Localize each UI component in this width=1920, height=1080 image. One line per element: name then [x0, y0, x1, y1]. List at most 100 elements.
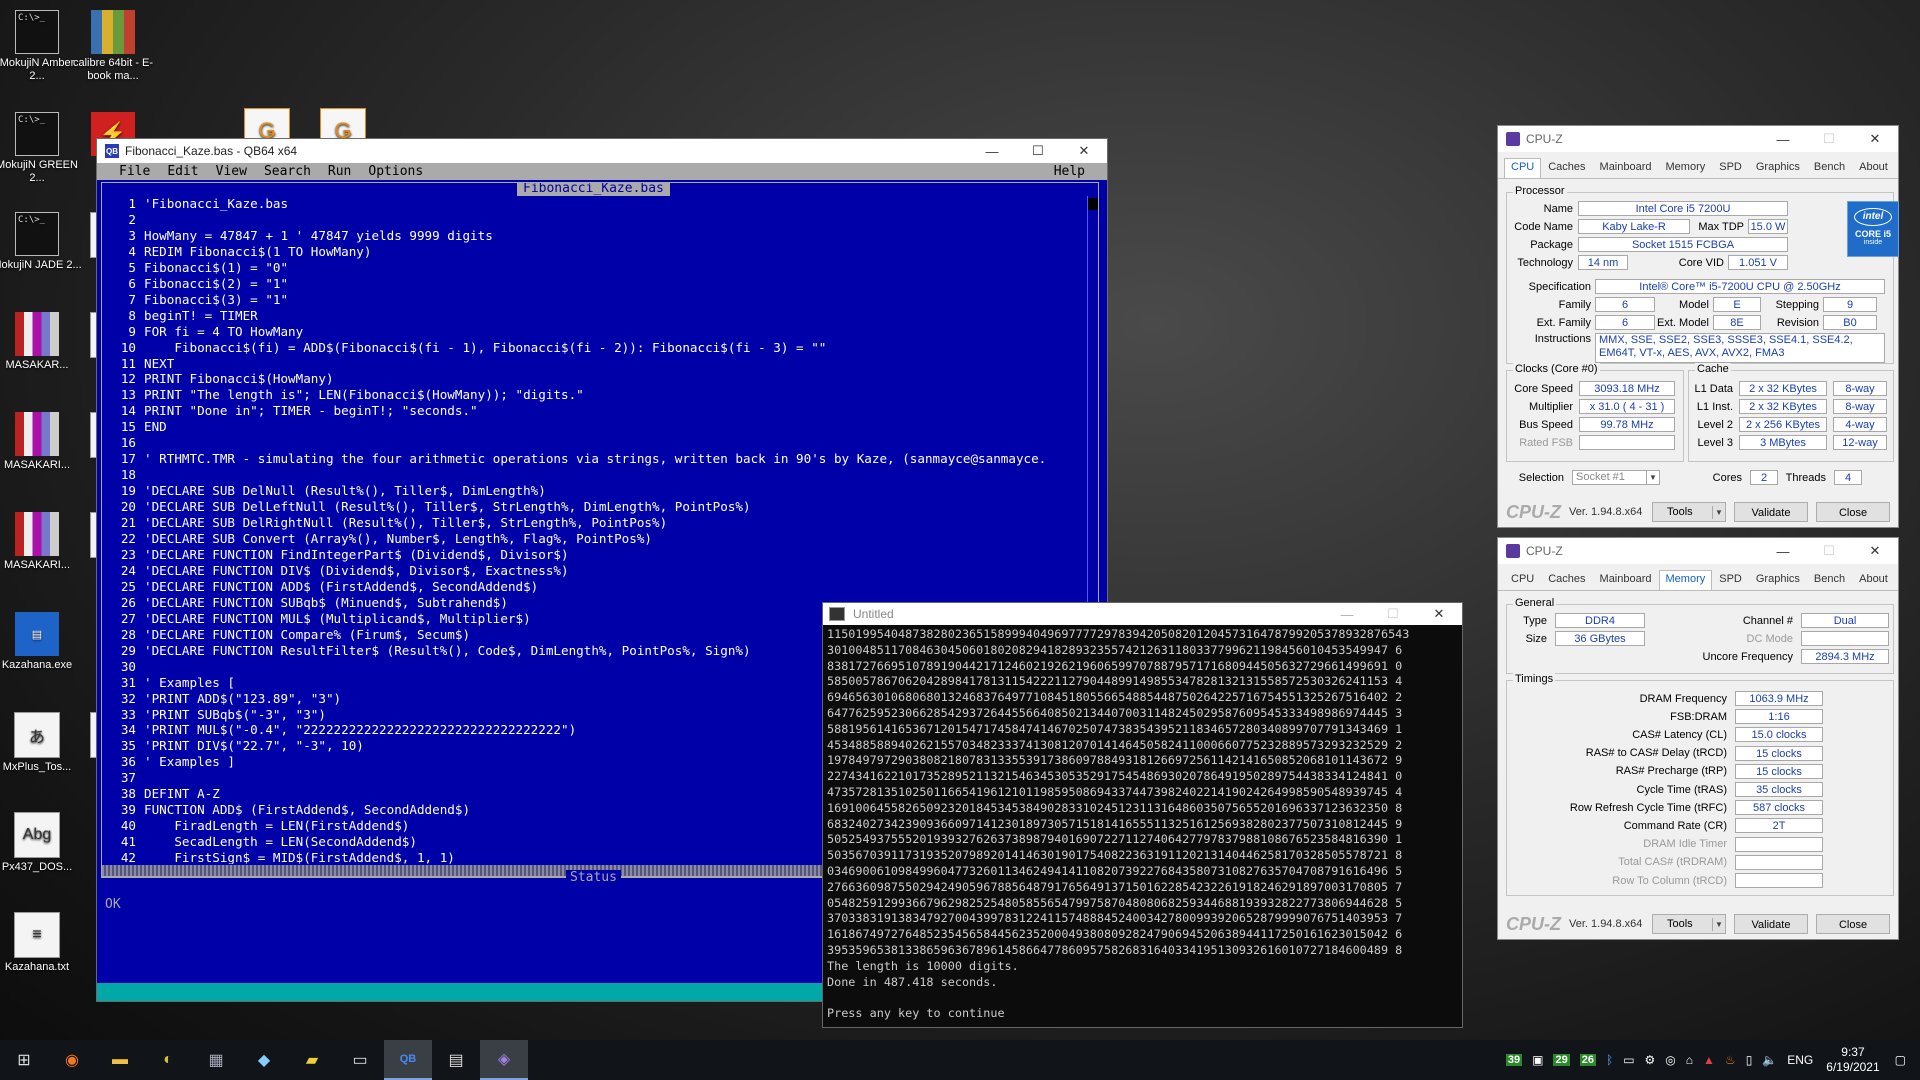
tab-memory[interactable]: Memory [1659, 158, 1713, 178]
code-line: 6 Fibonacci$(2) = "1" [102, 276, 1086, 292]
windows-start-icon[interactable]: ⊞ [0, 1040, 48, 1080]
console-line: 0548259129936679629825254805855654799758… [827, 895, 1403, 910]
line-number: 37 [120, 770, 136, 786]
tab-about[interactable]: About [1852, 158, 1895, 178]
system-tray: 39 ▣ 29 26 ᛒ ▭ ⚙ ◎ ⌂ ▲ ♨ ▯ 🔈 ENG 9:37 6/… [1501, 1040, 1920, 1080]
validate-button[interactable]: Validate [1734, 502, 1808, 522]
minimize-icon[interactable]: — [1760, 126, 1806, 152]
tray-badge-3[interactable]: 26 [1579, 1054, 1596, 1066]
code-line: 9 FOR fi = 4 TO HowMany [102, 324, 1086, 340]
terminal-icon[interactable]: ▭ [336, 1040, 384, 1080]
notifications-icon[interactable]: ▢ [1895, 1053, 1906, 1067]
memtype-value: DDR4 [1555, 613, 1645, 628]
scroll-thumb[interactable] [1088, 198, 1098, 210]
line-number: 40 [120, 818, 136, 834]
tab-mainboard[interactable]: Mainboard [1593, 570, 1659, 590]
maximize-icon[interactable]: ☐ [1370, 603, 1416, 625]
tools-button[interactable]: Tools ▼ [1652, 502, 1726, 522]
tray-window-icon[interactable]: ▣ [1532, 1053, 1543, 1067]
desktop-icon[interactable]: calibre 64bit - E-book ma... [68, 10, 158, 83]
cpuz-cpu-window[interactable]: CPU-Z — ☐ ✕ CPU Caches Mainboard Memory SPD G… [1497, 125, 1899, 528]
maximize-icon[interactable]: ☐ [1015, 139, 1061, 163]
flame-icon[interactable]: ♨ [1725, 1053, 1736, 1067]
close-button[interactable]: Close [1816, 914, 1890, 934]
close-icon[interactable]: ✕ [1852, 538, 1898, 564]
display-icon[interactable]: ▭ [1623, 1053, 1634, 1067]
cpuz-titlebar[interactable]: CPU-Z — ☐ ✕ [1498, 126, 1898, 152]
maximize-icon[interactable]: ☐ [1806, 126, 1852, 152]
chevron-down-icon[interactable]: ▼ [1712, 917, 1725, 931]
volume-icon[interactable]: 🔈 [1762, 1053, 1777, 1067]
cpuz-taskbar-icon[interactable]: ◈ [480, 1040, 528, 1080]
tab-graphics[interactable]: Graphics [1749, 158, 1807, 178]
menu-search[interactable]: Search [264, 164, 311, 179]
selection-dropdown[interactable]: Socket #1 ▼ [1572, 470, 1660, 485]
code-line: 7 Fibonacci$(3) = "1" [102, 292, 1086, 308]
code-text: END [144, 419, 167, 435]
minimize-icon[interactable]: — [1760, 538, 1806, 564]
menu-options[interactable]: Options [368, 164, 423, 179]
console-titlebar[interactable]: Untitled — ☐ ✕ [823, 603, 1462, 625]
desktop-icon[interactable]: ▤ Kazahana.exe [0, 612, 82, 672]
chevron-down-icon[interactable]: ▼ [1646, 471, 1659, 484]
menu-run[interactable]: Run [328, 164, 351, 179]
code-line: 25 'DECLARE FUNCTION ADD$ (FirstAddend$, … [102, 579, 1086, 595]
cpuz-memory-window[interactable]: CPU-Z — ☐ ✕ CPU Caches Mainboard Memory SPD G… [1497, 537, 1899, 940]
close-icon[interactable]: ✕ [1061, 139, 1107, 163]
calculator-icon[interactable]: ▦ [192, 1040, 240, 1080]
pen-icon[interactable]: ◆ [240, 1040, 288, 1080]
qb64-titlebar[interactable]: QB Fibonacci_Kaze.bas - QB64 x64 — ☐ ✕ [97, 139, 1107, 163]
tab-memory[interactable]: Memory [1658, 570, 1713, 590]
maximize-icon[interactable]: ☐ [1806, 538, 1852, 564]
tools-button[interactable]: Tools ▼ [1652, 914, 1726, 934]
warning-icon[interactable]: ▲ [1703, 1053, 1715, 1067]
validate-button[interactable]: Validate [1734, 914, 1808, 934]
tab-graphics[interactable]: Graphics [1749, 570, 1807, 590]
file-explorer-icon[interactable]: ▬ [96, 1040, 144, 1080]
bluetooth-icon[interactable]: ᛒ [1606, 1053, 1613, 1067]
menu-view[interactable]: View [216, 164, 247, 179]
qb64-taskbar-icon[interactable]: QB [384, 1040, 432, 1080]
firefox-icon[interactable]: ◉ [48, 1040, 96, 1080]
tab-cpu[interactable]: CPU [1504, 570, 1541, 590]
menu-help[interactable]: Help [1054, 164, 1085, 179]
editor-file-title: Fibonacci_Kaze.bas [517, 183, 670, 196]
gear-icon[interactable]: ⚙ [1645, 1053, 1656, 1067]
tab-spd[interactable]: SPD [1712, 570, 1749, 590]
console-window[interactable]: Untitled — ☐ ✕ 1150199540487382802365158… [822, 602, 1463, 1028]
notepad-plus-icon[interactable]: ◐ [144, 1040, 192, 1080]
chevron-down-icon[interactable]: ▼ [1712, 505, 1725, 519]
tab-mainboard[interactable]: Mainboard [1593, 158, 1659, 178]
language-indicator[interactable]: ENG [1787, 1053, 1813, 1067]
notepad-icon[interactable]: ▤ [432, 1040, 480, 1080]
sticky-notes-icon[interactable]: ▰ [288, 1040, 336, 1080]
close-icon[interactable]: ✕ [1852, 126, 1898, 152]
close-icon[interactable]: ✕ [1416, 603, 1462, 625]
code-line: 10 Fibonacci$(fi) = ADD$(Fibonacci$(fi -… [102, 340, 1086, 356]
tab-bench[interactable]: Bench [1807, 158, 1852, 178]
tab-caches[interactable]: Caches [1541, 570, 1592, 590]
close-button[interactable]: Close [1816, 502, 1890, 522]
clock[interactable]: 9:37 6/19/2021 [1826, 1045, 1879, 1075]
tab-caches[interactable]: Caches [1541, 158, 1592, 178]
desktop-icon[interactable]: Abg Px437_DOS... [0, 812, 82, 874]
tray-badge-2[interactable]: 29 [1553, 1054, 1570, 1066]
tab-about[interactable]: About [1852, 570, 1895, 590]
cpuz-titlebar[interactable]: CPU-Z — ☐ ✕ [1498, 538, 1898, 564]
channel-value: Dual [1801, 613, 1889, 628]
minimize-icon[interactable]: — [1324, 603, 1370, 625]
globe-icon[interactable]: ◎ [1665, 1053, 1675, 1067]
battery-icon[interactable]: ▯ [1746, 1053, 1753, 1067]
family-value: 6 [1595, 297, 1655, 312]
code-text: 'DECLARE FUNCTION Compare% (Firum$, Secu… [144, 626, 471, 642]
tray-badge-1[interactable]: 39 [1505, 1054, 1523, 1066]
tab-cpu[interactable]: CPU [1504, 158, 1542, 178]
tab-spd[interactable]: SPD [1712, 158, 1749, 178]
tab-bench[interactable]: Bench [1807, 570, 1852, 590]
l2-value: 2 x 256 KBytes [1739, 417, 1827, 432]
network-icon[interactable]: ⌂ [1686, 1053, 1693, 1067]
menu-edit[interactable]: Edit [167, 164, 198, 179]
minimize-icon[interactable]: — [969, 139, 1015, 163]
menu-file[interactable]: File [119, 164, 150, 179]
desktop-icon[interactable]: ≡ Kazahana.txt [0, 912, 82, 974]
